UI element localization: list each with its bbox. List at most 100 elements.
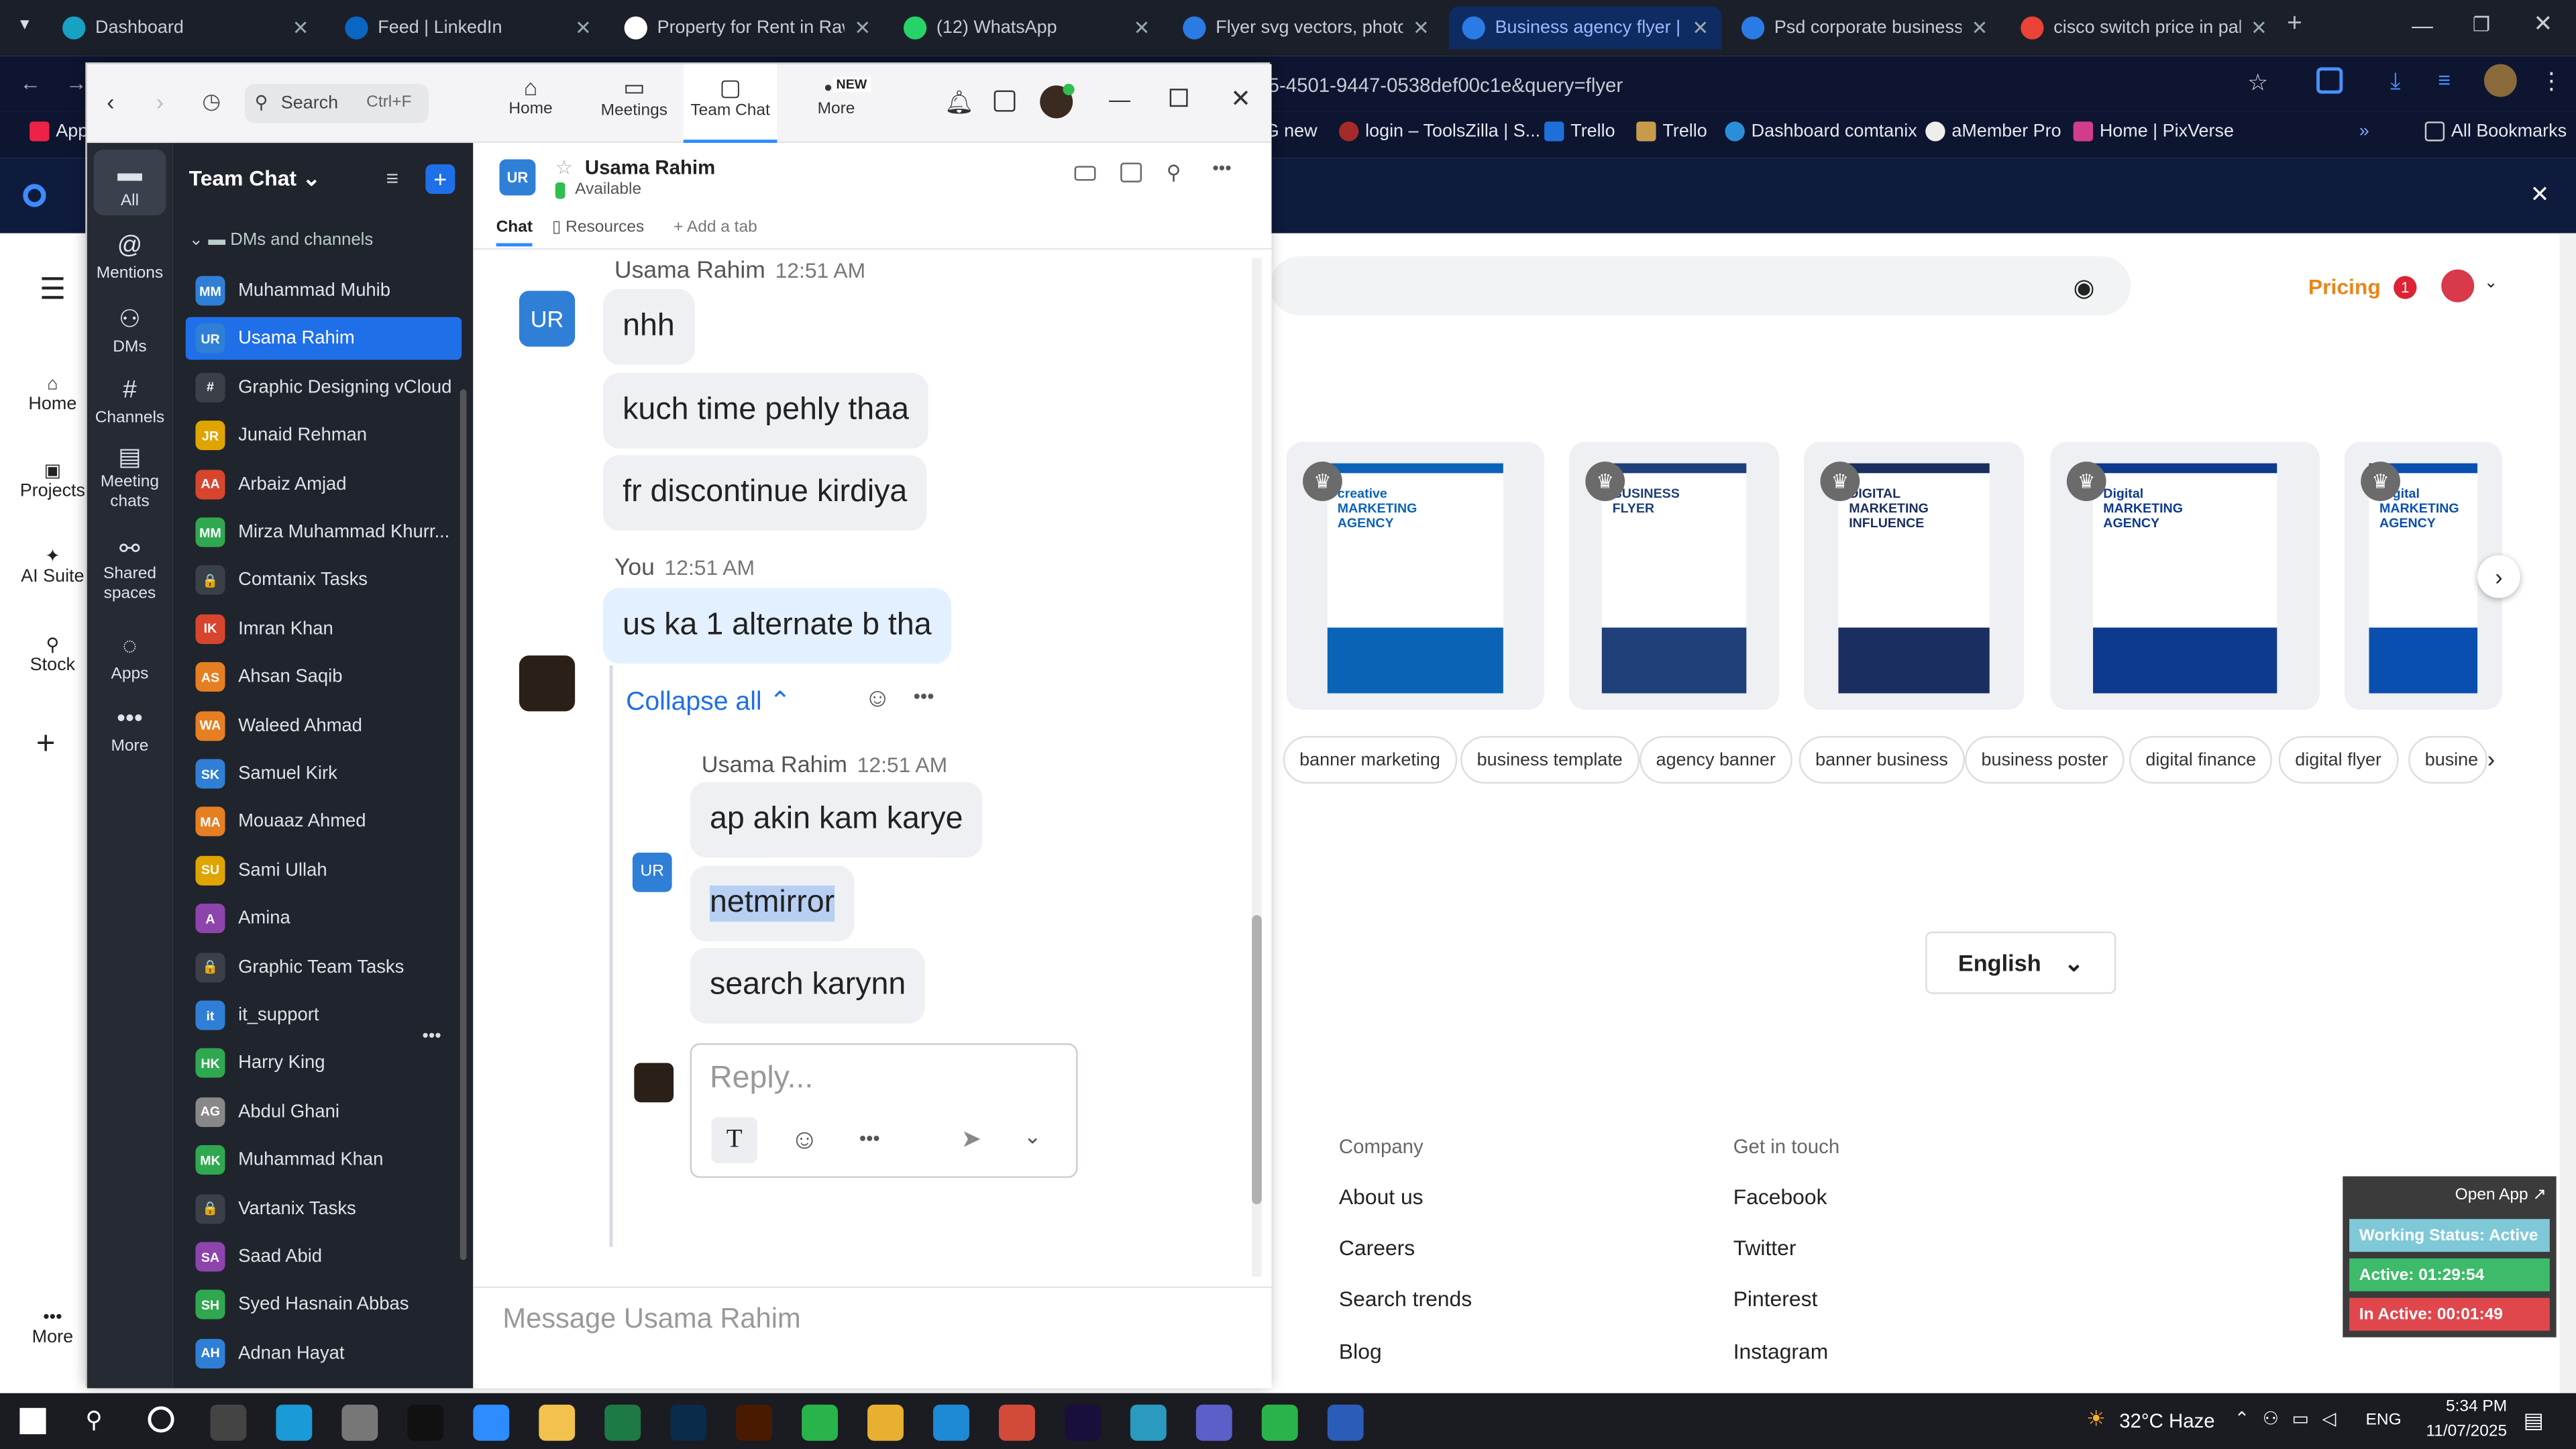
panel-title[interactable]: Team Chat ⌄	[189, 166, 321, 192]
contact-item[interactable]: 🔒 Comtanix Tasks	[186, 559, 462, 602]
contact-item[interactable]: JR Junaid Rehman	[186, 415, 462, 458]
rail-channels[interactable]: # Channels	[87, 376, 172, 427]
star-icon[interactable]: ☆	[555, 156, 573, 179]
chrome-app-icon[interactable]	[867, 1404, 904, 1441]
filter-icon[interactable]: ≡	[386, 166, 399, 191]
close-tab-icon[interactable]: ✕	[2251, 16, 2267, 39]
more-dots-icon[interactable]: •••	[859, 1127, 880, 1150]
more-dots-icon[interactable]: •••	[914, 685, 934, 708]
contact-item[interactable]: 🔒 Vartanix Tasks	[186, 1187, 462, 1230]
tab-meetings[interactable]: ▭ Meetings	[593, 74, 675, 120]
app-icon[interactable]	[1261, 1404, 1298, 1441]
close-tab-icon[interactable]: ✕	[1134, 16, 1150, 39]
more-bookmarks-icon[interactable]: »	[2359, 121, 2369, 141]
bell-icon[interactable]: 🔔︎	[945, 89, 974, 117]
cmd-app-icon[interactable]	[407, 1404, 444, 1441]
minimize-window-icon[interactable]: —	[2412, 13, 2433, 38]
browser-tab[interactable]: (12) WhatsApp ✕	[890, 7, 1163, 50]
bookmark-item[interactable]: Trello	[1636, 121, 1707, 142]
reply-box[interactable]: Reply... T ☺ ••• ➤ ⌄	[690, 1043, 1078, 1178]
contact-item[interactable]: SH Syed Hasnain Abbas	[186, 1284, 462, 1327]
search-tag[interactable]: banner business	[1799, 736, 1965, 784]
chat-title[interactable]: Usama Rahim	[585, 156, 715, 179]
browser-tab[interactable]: Flyer svg vectors, photos a ✕	[1170, 7, 1443, 50]
site-search-bar[interactable]	[1270, 256, 2131, 316]
pricing-link[interactable]: Pricing	[2308, 274, 2381, 299]
reply-input[interactable]: Reply...	[710, 1061, 813, 1097]
url-text[interactable]: 5-4501-9447-0538def00c1e&query=flyer	[1269, 74, 1623, 97]
contact-item[interactable]: it it_support	[186, 994, 462, 1037]
new-tab-button[interactable]: +	[2287, 10, 2316, 40]
app-icon[interactable]	[1130, 1404, 1167, 1441]
add-tab[interactable]: + Add a tab	[674, 219, 757, 237]
language-select[interactable]: English ⌄	[1925, 931, 2116, 994]
flyer-thumbnail[interactable]: DIGITAL MARKETING INFLUENCE ♛	[1804, 441, 2025, 710]
back-icon[interactable]: ‹	[107, 89, 114, 115]
rail-dms[interactable]: ⚇ DMs	[87, 304, 172, 357]
contact-item[interactable]: AG Abdul Ghani	[186, 1091, 462, 1134]
menu-dots-icon[interactable]: ⋮	[2540, 67, 2563, 95]
footer-link[interactable]: About us	[1339, 1185, 1424, 1210]
tab-chat[interactable]: Chat	[496, 219, 533, 247]
message-bubble[interactable]: kuch time pehly thaa	[602, 372, 929, 449]
rail-apps[interactable]: ◌ Apps	[87, 633, 172, 684]
maximize-window-icon[interactable]: ❐	[2473, 13, 2490, 36]
close-tab-icon[interactable]: ✕	[1413, 16, 1430, 39]
thread-bubble-highlighted[interactable]: netmirror	[690, 865, 855, 942]
vscode-app-icon[interactable]	[933, 1404, 969, 1441]
chrome-app-icon[interactable]	[998, 1404, 1035, 1441]
word-app-icon[interactable]	[1327, 1404, 1364, 1441]
history-icon[interactable]: ◷	[202, 89, 221, 115]
share-screen-icon[interactable]	[1120, 162, 1142, 182]
tab-home[interactable]: ⌂ Home	[494, 74, 567, 118]
rail-meeting-chats[interactable]: ▤ Meeting chats	[87, 445, 172, 513]
contact-item[interactable]: A Amina	[186, 898, 462, 941]
browser-tab[interactable]: Feed | LinkedIn ✕	[332, 7, 605, 50]
footer-link[interactable]: Pinterest	[1733, 1287, 1818, 1311]
browser-tab[interactable]: Dashboard ✕	[49, 7, 322, 50]
footer-link[interactable]: Instagram	[1733, 1339, 1829, 1364]
contact-item[interactable]: HK Harry King	[186, 1042, 462, 1085]
contact-item[interactable]: SA Saad Abid	[186, 1236, 462, 1279]
contact-item[interactable]: MK Muhammad Khan	[186, 1139, 462, 1182]
weather-text[interactable]: 32°C Haze	[2119, 1409, 2214, 1432]
open-app-button[interactable]: Open App ↗	[2455, 1186, 2546, 1204]
photoshop-app-icon[interactable]	[670, 1404, 707, 1441]
chevron-down-icon[interactable]: ⌄	[2484, 274, 2498, 292]
extensions-icon[interactable]	[2316, 67, 2343, 94]
close-icon[interactable]: ✕	[1230, 84, 1251, 113]
site-nav-ai-suite[interactable]: ✦ AI Suite	[13, 545, 93, 587]
back-icon[interactable]: ←	[19, 70, 41, 95]
search-icon[interactable]: ⚲	[1167, 161, 1181, 184]
rail-more[interactable]: ••• More	[87, 705, 172, 756]
tab-list-icon[interactable]: ▾	[10, 13, 40, 43]
calendar-icon[interactable]	[994, 90, 1016, 112]
footer-link[interactable]: Facebook	[1733, 1185, 1827, 1210]
search-tag[interactable]: business template	[1460, 736, 1640, 784]
media-icon[interactable]: ≡	[2438, 67, 2451, 92]
forward-icon[interactable]: →	[66, 70, 87, 95]
search-tag[interactable]: banner marketing	[1283, 736, 1457, 784]
chevron-down-icon[interactable]: ⌄	[1024, 1124, 1042, 1150]
add-reaction-icon[interactable]: ☺	[864, 685, 891, 714]
excel-app-icon[interactable]	[604, 1404, 641, 1441]
site-nav-stock[interactable]: ⚲ Stock	[13, 634, 93, 676]
contact-item[interactable]: IK Imran Khan	[186, 608, 462, 651]
carousel-next-icon[interactable]: ›	[2477, 555, 2520, 598]
bookmark-star-icon[interactable]: ☆	[2247, 69, 2268, 97]
bookmark-item[interactable]: aMember Pro	[1925, 121, 2061, 142]
bookmark-item[interactable]: login – ToolsZilla | S...	[1338, 121, 1540, 142]
maximize-icon[interactable]	[1169, 89, 1188, 107]
more-dots-icon[interactable]: •••	[1212, 160, 1231, 179]
search-input[interactable]: ⚲ Search Ctrl+F	[244, 83, 429, 123]
footer-link[interactable]: Search trends	[1339, 1287, 1472, 1311]
bookmark-item[interactable]: G new	[1265, 121, 1318, 141]
video-call-icon[interactable]	[1074, 166, 1096, 181]
search-tag[interactable]: agency banner	[1640, 736, 1792, 784]
site-nav-projects[interactable]: ▣ Projects	[13, 460, 93, 501]
close-banner-icon[interactable]: ✕	[2530, 180, 2549, 209]
search-tag[interactable]: digital finance	[2129, 736, 2273, 784]
bookmark-item[interactable]: Trello	[1544, 121, 1615, 142]
notification-center-icon[interactable]: ▤	[2524, 1408, 2544, 1434]
footer-link[interactable]: Blog	[1339, 1339, 1382, 1364]
